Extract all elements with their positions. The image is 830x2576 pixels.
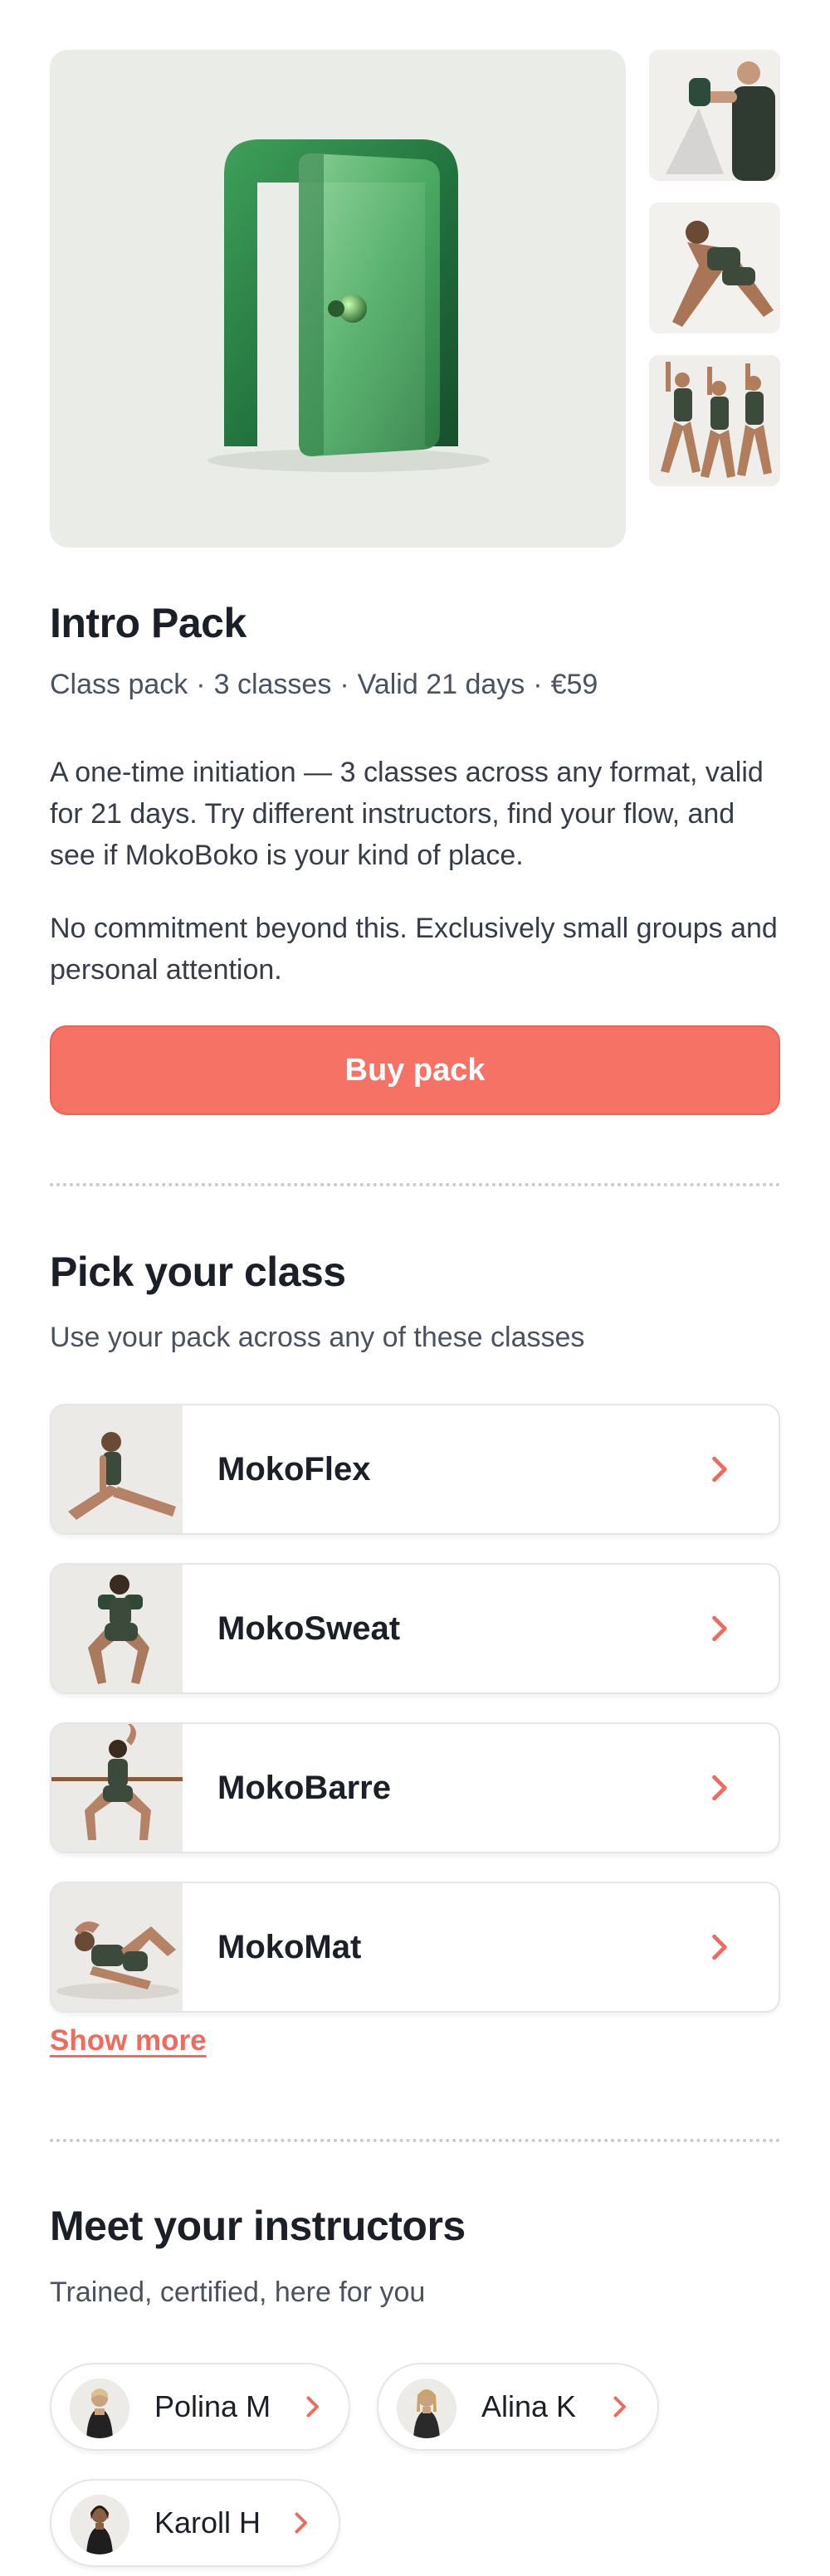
door-illustration	[208, 139, 490, 472]
chevron-right-icon	[712, 1456, 727, 1483]
hero-image	[50, 50, 626, 548]
meta-separator: ·	[339, 669, 349, 700]
class-thumbnail	[51, 1883, 183, 2011]
meta-separator: ·	[196, 669, 206, 700]
buy-pack-button[interactable]: Buy pack	[50, 1025, 780, 1115]
instructors-subheading: Trained, certified, here for you	[50, 2277, 426, 2308]
instructor-chip-karoll[interactable]: Karoll H	[50, 2479, 340, 2567]
instructor-photo	[70, 2495, 129, 2554]
pack-meta: Class pack · 3 classes · Valid 21 days · €59	[50, 669, 598, 701]
class-row-mokoflex[interactable]: MokoFlex	[50, 1404, 780, 1535]
instructor-photo	[70, 2379, 129, 2438]
instructor-photo	[397, 2379, 456, 2438]
pack-validity: Valid 21 days	[357, 669, 525, 700]
pack-description: A one-time initiation — 3 classes across…	[50, 757, 764, 871]
avatar	[70, 2379, 129, 2438]
instructor-chip-alina[interactable]: Alina K	[377, 2363, 659, 2451]
crunch-mat-photo	[51, 1883, 183, 2011]
class-thumbnail	[51, 1724, 183, 1852]
pack-class-count: 3 classes	[213, 669, 332, 700]
gallery-thumbnail-3[interactable]	[649, 355, 780, 486]
show-more-link[interactable]: Show more	[50, 2024, 207, 2057]
pack-type: Class pack	[50, 669, 188, 700]
pack-price: €59	[550, 669, 598, 700]
classes-subheading: Use your pack across any of these classe…	[50, 1322, 585, 1353]
chevron-right-icon	[295, 2512, 307, 2534]
class-thumbnail	[51, 1405, 183, 1533]
class-name: MokoBarre	[217, 1769, 391, 1806]
section-divider	[50, 1183, 780, 1186]
meta-separator: ·	[533, 669, 543, 700]
pack-commitment-note: No commitment beyond this. Exclusively s…	[50, 913, 778, 986]
class-row-mokobarre[interactable]: MokoBarre	[50, 1722, 780, 1853]
image-gallery	[50, 50, 780, 548]
gallery-thumbnail-1[interactable]	[649, 50, 780, 181]
class-name: MokoMat	[217, 1928, 362, 1965]
class-name: MokoFlex	[217, 1450, 371, 1488]
instructor-name: Alina K	[481, 2389, 577, 2423]
chevron-right-icon	[613, 2396, 626, 2418]
group-barre-photo	[649, 355, 780, 486]
instructor-name: Polina M	[154, 2389, 271, 2423]
avatar	[397, 2379, 456, 2438]
lunge-stretch-photo	[649, 202, 780, 334]
avatar	[70, 2495, 129, 2554]
split-stretch-photo	[51, 1405, 183, 1533]
class-thumbnail	[51, 1565, 183, 1692]
instructor-chip-polina[interactable]: Polina M	[50, 2363, 350, 2451]
class-row-mokomat[interactable]: MokoMat	[50, 1882, 780, 2013]
dumbbell-curl-photo	[649, 50, 780, 181]
squat-dumbbells-photo	[51, 1565, 183, 1692]
classes-heading: Pick your class	[50, 1249, 346, 1295]
chevron-right-icon	[306, 2396, 319, 2418]
instructors-heading: Meet your instructors	[50, 2203, 466, 2249]
instructor-name: Karoll H	[154, 2505, 261, 2539]
chevron-right-icon	[712, 1775, 727, 1801]
gallery-thumbnail-2[interactable]	[649, 202, 780, 334]
chevron-right-icon	[712, 1615, 727, 1642]
section-divider	[50, 2139, 780, 2142]
class-name: MokoSweat	[217, 1609, 401, 1647]
plie-barre-photo	[51, 1724, 183, 1852]
class-row-mokosweat[interactable]: MokoSweat	[50, 1563, 780, 1694]
chevron-right-icon	[712, 1934, 727, 1960]
pack-title: Intro Pack	[50, 600, 247, 646]
